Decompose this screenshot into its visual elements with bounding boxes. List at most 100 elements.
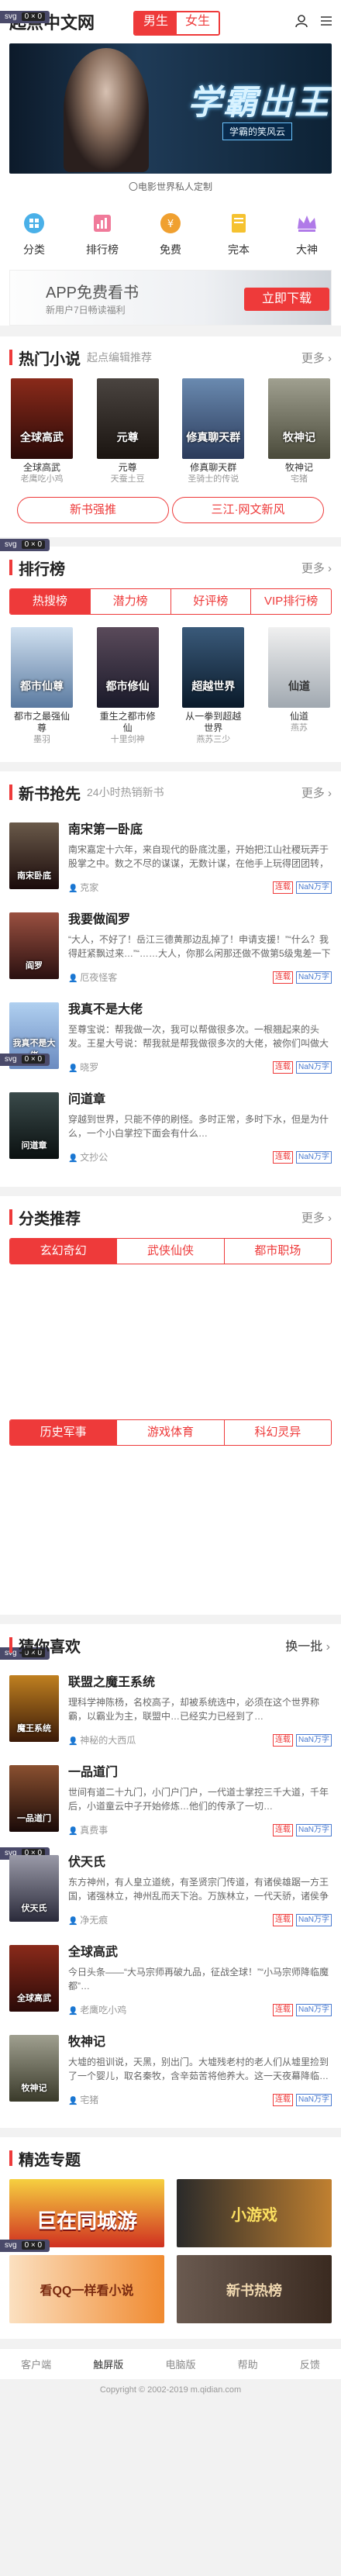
status-badge: 连载	[272, 1150, 293, 1164]
book-cover: 元尊	[96, 378, 159, 459]
status-badge: 连载	[272, 971, 293, 984]
cover-title: 元尊	[116, 431, 139, 443]
list-item[interactable]: svg 0 × 0 伏天氏 伏天氏 东方神州，有人皇立道统，有圣贤宗门传道，有诸侯…	[0, 1846, 341, 1936]
list-item[interactable]: 问道章 问道章 穿越到世界，只能不停的刷怪。多时正常，多时下水，但是为什么，一个…	[0, 1083, 341, 1173]
bottom-nav-help[interactable]: 帮助	[238, 2357, 258, 2371]
menu-icon[interactable]	[319, 14, 333, 28]
list-item[interactable]: 一品道门 一品道门 世间有道二十九门，小门户门户，一代道士掌控三千大道，千年后，…	[0, 1756, 341, 1846]
crown-icon	[298, 216, 316, 232]
tab-rating[interactable]: 好评榜	[170, 589, 251, 614]
tab-vip[interactable]: VIP排行榜	[250, 589, 331, 614]
rank-book[interactable]: 仙道 仙道 燕苏	[267, 627, 330, 745]
category-content-2	[0, 1446, 341, 1615]
book-info: 南宋第一卧底 南宋嘉定十六年，来自现代的卧底沈墨，开始把江山社稷玩弄于股掌之中。…	[68, 822, 332, 894]
tab-fantasy[interactable]: 玄幻奇幻	[10, 1239, 117, 1264]
book-cover: 全球高武	[9, 1945, 59, 2012]
tab-wuxia[interactable]: 武侠仙侠	[116, 1239, 223, 1264]
status-badge: 连载	[272, 2003, 293, 2016]
book-author: 天蚕土豆	[110, 474, 145, 484]
book-meta: 宅猪 连载NaN万字	[68, 2093, 332, 2106]
app-download-button[interactable]: 立即下载	[244, 288, 329, 311]
cover-title: 修真聊天群	[186, 431, 241, 443]
tab-scifi[interactable]: 科幻灵异	[223, 1420, 331, 1445]
book-author: 净无痕	[68, 1913, 108, 1926]
footer-copyright: Copyright © 2002-2019 m.qidian.com	[0, 2379, 341, 2402]
chart-icon	[94, 215, 111, 232]
nav-finished[interactable]: 完本	[212, 212, 266, 257]
book-author: 神秘的大西瓜	[68, 1733, 136, 1747]
special-card[interactable]: 巨在同城游	[9, 2179, 164, 2247]
guess-title: 猜你喜欢	[19, 1638, 81, 1656]
book-meta: 文抄公 连载NaN万字	[68, 1150, 332, 1164]
list-item[interactable]: 全球高武 全球高武 今日头条——“大马宗师再破九品，征战全球！”“小马宗师降临魔…	[0, 1936, 341, 2026]
book-name: 都市之最强仙尊	[13, 711, 70, 733]
tab-hot-search[interactable]: 热搜榜	[10, 589, 90, 614]
app-download-banner[interactable]: APP免费看书 新用户7日畅读福利 立即下载	[9, 270, 332, 326]
list-item[interactable]: 牧神记 牧神记 大墟的祖训说，天黑，别出门。大墟残老村的老人们从墟里捡到了一个婴…	[0, 2026, 341, 2116]
rank-book[interactable]: 都市仙尊 都市之最强仙尊 墨羽	[11, 627, 73, 745]
nav-master[interactable]: 大神	[280, 212, 334, 257]
user-icon[interactable]	[294, 14, 308, 28]
special-card-text: 新书热榜	[226, 2283, 282, 2298]
gender-male-tab[interactable]: 男生	[135, 12, 177, 34]
page: 起点中文网 男生 女生 学霸出王 学霸的笑风云 〇电影世界私人定制 分类 排行榜…	[0, 0, 341, 2402]
hot-book[interactable]: 全球高武 全球高武 老鹰吃小鸡	[11, 378, 73, 485]
book-info: 联盟之魔王系统 理科学神陈杨，名校高子，却被系统选中，必须在这个世界称霸，以霸业…	[68, 1675, 332, 1747]
bottom-nav-feedback[interactable]: 反馈	[300, 2357, 320, 2371]
sanjiang-button[interactable]: 三江·网文新风	[172, 497, 324, 523]
category-tabs-2: 历史军事 游戏体育 科幻灵异	[9, 1419, 332, 1446]
book-author: 十里剑神	[110, 735, 145, 744]
newbooks-title: 新书抢先	[19, 785, 81, 803]
book-author: 厄夜怪客	[68, 971, 117, 984]
wordcount-badge: NaN万字	[295, 2093, 332, 2106]
status-badge: 连载	[272, 2093, 293, 2106]
special-card[interactable]: 新书热榜	[177, 2255, 332, 2323]
rank-more-link[interactable]: 更多	[301, 560, 332, 576]
rank-book[interactable]: 都市修仙 重生之都市修仙 十里剑神	[96, 627, 159, 745]
gender-female-tab[interactable]: 女生	[177, 12, 219, 34]
bottom-nav-desktop[interactable]: 电脑版	[165, 2357, 195, 2371]
banner-caption: 〇电影世界私人定制	[128, 181, 212, 192]
list-item[interactable]: 魔王系统 联盟之魔王系统 理科学神陈杨，名校高子，却被系统选中，必须在这个世界称…	[0, 1666, 341, 1756]
special-card[interactable]: 看QQ一样看小说	[9, 2255, 164, 2323]
rank-book[interactable]: 超越世界 从一拳到超越世界 燕苏三少	[182, 627, 245, 745]
book-title: 联盟之魔王系统	[68, 1676, 156, 1689]
book-cover: 问道章	[9, 1092, 59, 1159]
list-item[interactable]: 阎罗 我要做阎罗 “大人，不好了！岳江三德黄那边乱掉了！申请支援！”“什么？我得…	[0, 903, 341, 993]
book-cover: 阎罗	[9, 912, 59, 979]
book-meta: 厄夜怪客 连载NaN万字	[68, 971, 332, 984]
tab-urban[interactable]: 都市职场	[223, 1239, 331, 1264]
hot-book[interactable]: 牧神记 牧神记 宅猪	[267, 378, 330, 485]
special-card[interactable]: 小游戏	[177, 2179, 332, 2247]
new-book-recommend-button[interactable]: 新书强推	[17, 497, 169, 523]
status-badge: 连载	[272, 1913, 293, 1926]
hot-book[interactable]: 修真聊天群 修真聊天群 圣骑士的传说	[182, 378, 245, 485]
hot-section: 热门小说 起点编辑推荐 更多 全球高武 全球高武 老鹰吃小鸡 元尊 元尊 天蚕土…	[0, 336, 341, 537]
banner-portrait	[64, 48, 149, 172]
book-name: 修真聊天群	[190, 462, 237, 473]
hero-banner[interactable]: 学霸出王 学霸的笑风云	[9, 43, 332, 174]
hot-book[interactable]: 元尊 元尊 天蚕土豆	[96, 378, 159, 485]
nav-free[interactable]: ¥ 免费	[143, 212, 198, 257]
bottom-nav-client[interactable]: 客户端	[21, 2357, 51, 2371]
nav-rank[interactable]: 排行榜	[75, 212, 129, 257]
tab-potential[interactable]: 潜力榜	[89, 589, 170, 614]
wordcount-badge: NaN万字	[295, 971, 332, 984]
list-item[interactable]: 南宋卧底 南宋第一卧底 南宋嘉定十六年，来自现代的卧底沈墨，开始把江山社稷玩弄于…	[0, 813, 341, 903]
change-batch-button[interactable]: 换一批	[285, 1636, 330, 1654]
tab-history[interactable]: 历史军事	[10, 1420, 117, 1445]
category-section: 分类推荐 更多 玄幻奇幻 武侠仙侠 都市职场 历史军事 游戏体育 科幻灵异	[0, 1196, 341, 1615]
tab-game[interactable]: 游戏体育	[116, 1420, 223, 1445]
hot-more-link[interactable]: 更多	[301, 350, 332, 366]
newbooks-more-link[interactable]: 更多	[301, 785, 332, 801]
book-info: 问道章 穿越到世界，只能不停的刷怪。多时正常，多时下水，但是为什么，一个小白掌控…	[68, 1092, 332, 1164]
special-card-text: 看QQ一样看小说	[40, 2285, 134, 2298]
book-info: 伏天氏 东方神州，有人皇立道统，有圣贤宗门传道，有诸侯雄踞一方王国，诸强林立，神…	[68, 1855, 332, 1926]
rank-header: 排行榜 更多	[0, 547, 341, 588]
wordcount-badge: NaN万字	[295, 1060, 332, 1074]
list-item[interactable]: 我真不是大佬 我真不是大佬 至尊宝说：帮我做一次，我可以帮做很多次。一根翘起来的…	[0, 993, 341, 1083]
bottom-nav-touch[interactable]: 触屏版	[93, 2357, 123, 2371]
nav-category[interactable]: 分类	[7, 212, 61, 257]
book-meta: 净无痕 连载NaN万字	[68, 1913, 332, 1926]
category-more-link[interactable]: 更多	[301, 1209, 332, 1226]
